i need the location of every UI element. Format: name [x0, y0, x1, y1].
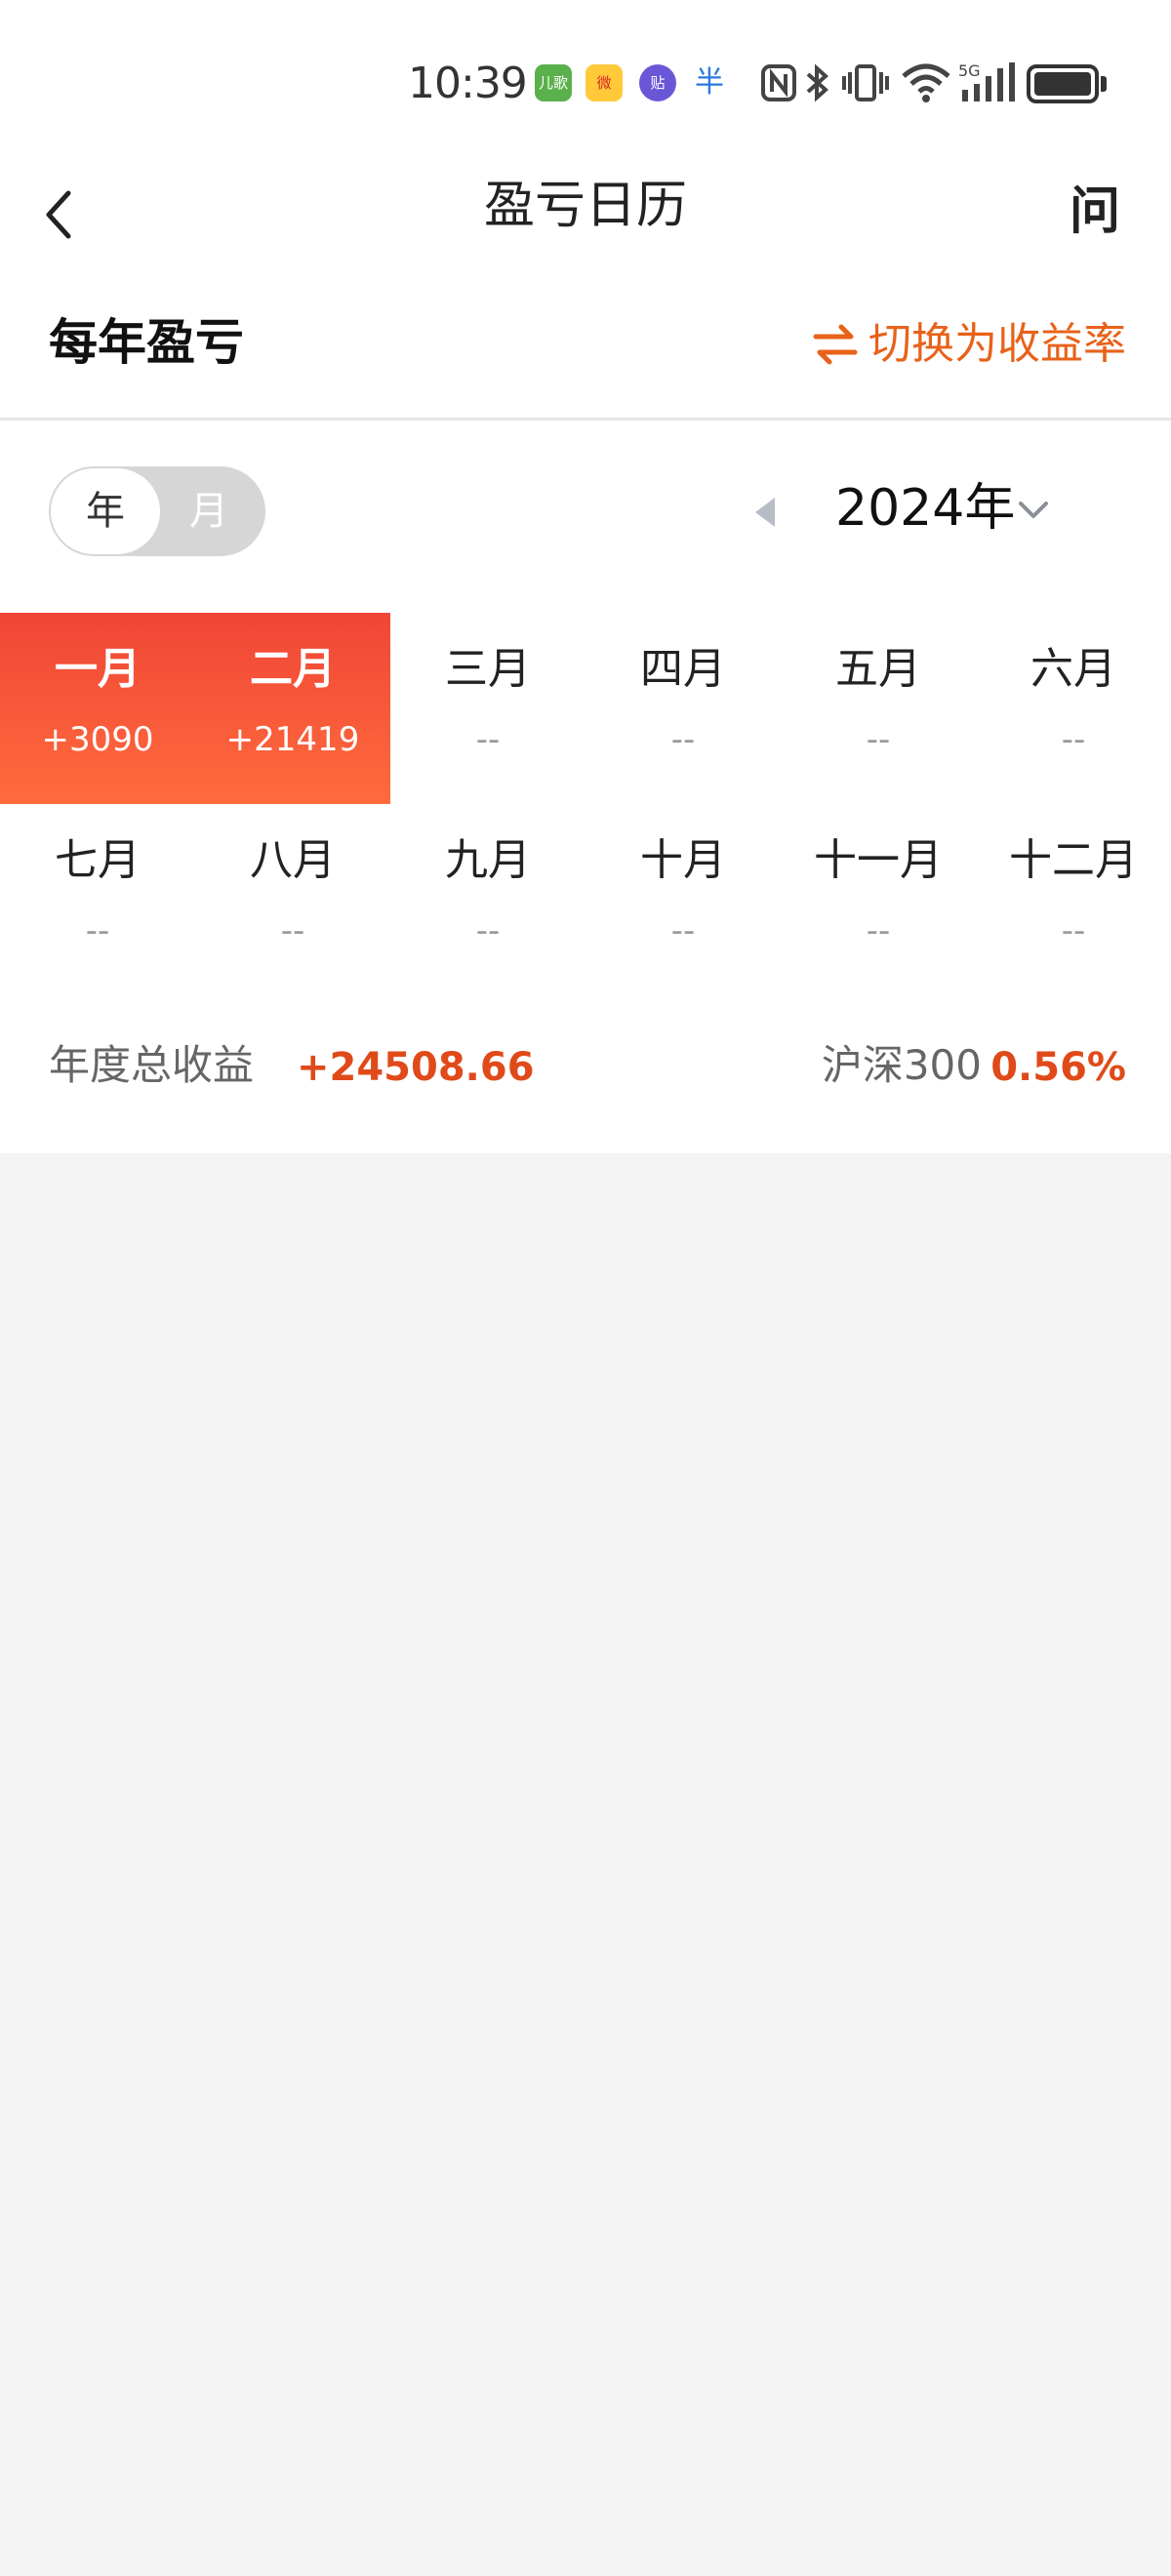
- benchmark-value: 0.56%: [990, 1045, 1126, 1090]
- signal-5g-icon: 5G: [958, 60, 1017, 105]
- divider: [0, 418, 1171, 421]
- kids-song-app-icon: 儿歌: [535, 64, 572, 101]
- switch-to-rate-button[interactable]: 切换为收益率: [812, 314, 1126, 375]
- annual-total-value: +24508.66: [297, 1045, 535, 1090]
- swap-arrows-icon: [813, 324, 858, 365]
- month-value: --: [866, 720, 891, 759]
- vibrate-icon: [841, 60, 890, 105]
- weibo-app-icon: 微: [586, 64, 623, 101]
- month-cell[interactable]: 十二月 --: [976, 804, 1171, 995]
- month-value: +21419: [225, 720, 360, 759]
- month-name: 七月: [55, 835, 141, 885]
- battery-icon: [1027, 64, 1099, 103]
- battery-tip: [1101, 76, 1107, 92]
- month-value: --: [1061, 720, 1086, 759]
- chevron-down-icon[interactable]: [1017, 498, 1050, 521]
- status-time: 10:39: [408, 59, 528, 108]
- year-label[interactable]: 2024年: [835, 476, 1015, 541]
- month-cell[interactable]: 二月 +21419: [195, 613, 390, 804]
- toggle-year-option[interactable]: 年: [51, 468, 160, 554]
- section-title: 每年盈亏: [49, 314, 244, 371]
- month-cell[interactable]: 六月 --: [976, 613, 1171, 804]
- month-name: 六月: [1030, 644, 1116, 694]
- month-name: 八月: [250, 835, 336, 885]
- month-name: 十二月: [1009, 835, 1138, 885]
- month-name: 十月: [640, 835, 726, 885]
- toggle-month-option[interactable]: 月: [154, 468, 263, 554]
- benchmark-label: 沪深300: [821, 1041, 982, 1089]
- month-cell[interactable]: 七月 --: [0, 804, 195, 995]
- status-bar: 10:39 儿歌 微 贴 半 5G: [0, 0, 1171, 137]
- month-value: --: [280, 911, 305, 950]
- svg-text:5G: 5G: [958, 61, 981, 80]
- bluetooth-icon: [802, 60, 831, 105]
- month-name: 三月: [445, 644, 531, 694]
- month-cell[interactable]: 三月 --: [390, 613, 586, 804]
- month-cell[interactable]: 十一月 --: [781, 804, 976, 995]
- help-button[interactable]: 问: [1070, 181, 1120, 242]
- half-app-icon: 半: [695, 65, 724, 100]
- month-cell[interactable]: 一月 +3090: [0, 613, 195, 804]
- wifi-icon: [900, 60, 952, 105]
- month-name: 五月: [835, 644, 921, 694]
- year-month-toggle[interactable]: 年 月: [49, 466, 265, 556]
- month-name: 二月: [250, 644, 336, 694]
- month-cell[interactable]: 四月 --: [586, 613, 781, 804]
- previous-year-icon[interactable]: [753, 496, 777, 529]
- nfc-icon: [759, 60, 798, 105]
- month-value: --: [475, 720, 501, 759]
- month-name: 十一月: [814, 835, 943, 885]
- month-value: --: [866, 911, 891, 950]
- annual-total-label: 年度总收益: [49, 1041, 255, 1089]
- month-value: +3090: [41, 720, 154, 759]
- month-cell[interactable]: 十月 --: [586, 804, 781, 995]
- month-cell[interactable]: 九月 --: [390, 804, 586, 995]
- month-name: 九月: [445, 835, 531, 885]
- month-value: --: [670, 911, 696, 950]
- page-title: 盈亏日历: [483, 177, 687, 235]
- month-name: 四月: [640, 644, 726, 694]
- tieba-app-icon: 贴: [639, 64, 676, 101]
- month-cell[interactable]: 五月 --: [781, 613, 976, 804]
- switch-label: 切换为收益率: [868, 319, 1126, 369]
- month-cell[interactable]: 八月 --: [195, 804, 390, 995]
- month-value: --: [1061, 911, 1086, 950]
- month-value: --: [85, 911, 110, 950]
- month-value: --: [475, 911, 501, 950]
- month-name: 一月: [55, 644, 141, 694]
- month-value: --: [670, 720, 696, 759]
